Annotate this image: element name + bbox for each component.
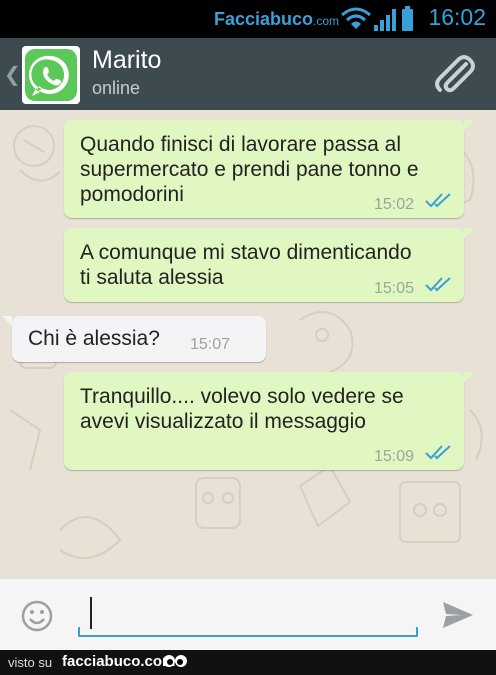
message-time: 15:07 [190,336,231,353]
paperclip-icon[interactable] [432,52,478,98]
bubble-tail [464,372,474,382]
status-bar: Facciabuco.com 16:02 [0,0,496,38]
message-bubble-outgoing[interactable]: Tranquillo.... volevo solo vedere se ave… [64,372,464,470]
emoji-icon[interactable] [20,599,54,633]
footer-brand: facciabuco.com [62,653,176,670]
message-bubble-outgoing[interactable]: A comunque mi stavo dimenticando ti salu… [64,228,464,302]
footer-watermark: visto su facciabuco.com [0,650,496,675]
input-bar [0,578,496,650]
message-text: Quando finisci di lavorare passa al supe… [80,133,419,206]
bubble-tail [464,120,474,130]
message-text: A comunque mi stavo dimenticando ti salu… [80,241,412,289]
message-bubble-outgoing[interactable]: Quando finisci di lavorare passa al supe… [64,120,464,218]
read-ticks-icon [425,277,451,292]
contact-status: online [92,78,141,98]
signal-icon [374,9,396,31]
send-icon[interactable] [440,597,476,633]
bubble-tail [2,316,12,326]
message-text: Chi è alessia? [28,327,160,350]
message-time: 15:02 [374,196,415,213]
footer-prefix: visto su [8,655,53,670]
status-watermark: Facciabuco.com [214,9,340,29]
chat-area[interactable]: Quando finisci di lavorare passa al supe… [0,110,496,578]
message-time: 15:09 [374,448,415,465]
message-time: 15:05 [374,280,415,297]
chat-header: ❮ Marito online [0,38,496,110]
battery-icon [402,6,413,31]
message-text: Tranquillo.... volevo solo vedere se ave… [80,385,404,433]
eyes-logo-icon [163,655,187,667]
message-input[interactable] [78,593,418,637]
read-ticks-icon [425,445,451,460]
bubble-tail [464,228,474,238]
wifi-icon [341,7,371,29]
contact-name[interactable]: Marito [92,46,161,75]
text-cursor [90,597,92,629]
status-icons [341,6,413,31]
input-underline-left [78,627,80,637]
input-underline-right [416,627,418,637]
read-ticks-icon [425,193,451,208]
whatsapp-avatar-icon[interactable] [22,46,80,104]
status-time: 16:02 [428,4,486,30]
back-icon[interactable]: ❮ [4,62,21,86]
message-bubble-incoming[interactable]: Chi è alessia? 15:07 [12,316,266,362]
